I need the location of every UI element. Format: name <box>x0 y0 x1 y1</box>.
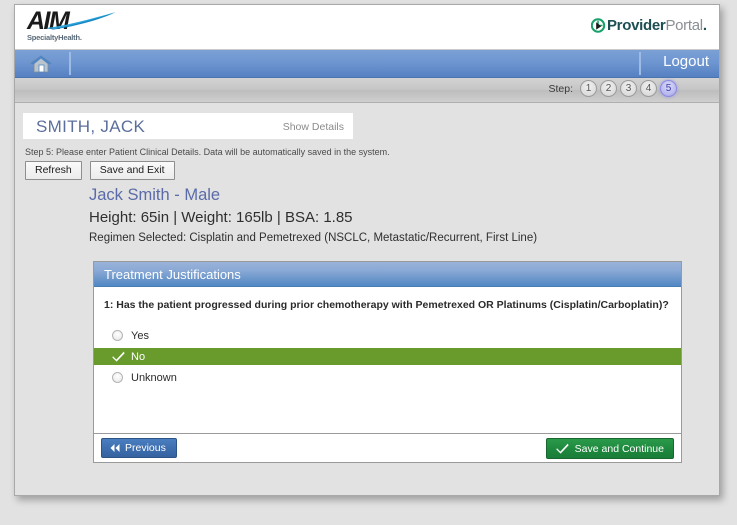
aim-wordmark: AIM <box>27 7 70 35</box>
page-title: SMITH, JACK <box>36 117 146 136</box>
patient-name-gender: Jack Smith - Male <box>89 186 221 204</box>
step-indicator: Step: 1 2 3 4 5 <box>548 80 677 97</box>
option-label-yes: Yes <box>131 329 149 342</box>
double-left-arrow-icon <box>110 444 120 452</box>
step-circle-1[interactable]: 1 <box>580 80 597 97</box>
question-text: 1: Has the patient progressed during pri… <box>104 299 669 311</box>
provider-portal-logo: ProviderPortal. <box>590 17 707 35</box>
option-label-no: No <box>131 350 146 363</box>
save-and-continue-button[interactable]: Save and Continue <box>545 438 674 459</box>
logout-divider <box>639 52 641 75</box>
save-and-continue-label: Save and Continue <box>574 442 664 455</box>
patient-vitals: Height: 65in | Weight: 165lb | BSA: 1.85 <box>89 209 353 226</box>
radio-unselected-icon <box>112 330 123 341</box>
option-row-no[interactable]: No <box>94 348 681 365</box>
step-indicator-bar: Step: 1 2 3 4 5 <box>15 78 719 103</box>
panel-title: Treatment Justifications <box>94 262 681 287</box>
action-button-row: Refresh Save and Exit <box>25 161 175 180</box>
provider-portal-text-1: Provider <box>606 17 666 34</box>
step-circle-2[interactable]: 2 <box>600 80 617 97</box>
radio-unselected-icon <box>112 372 123 383</box>
previous-button[interactable]: Previous <box>101 438 177 458</box>
option-row-yes[interactable]: Yes <box>94 327 681 344</box>
home-button[interactable] <box>29 53 53 75</box>
provider-portal-dot: . <box>702 17 707 34</box>
check-icon <box>555 443 569 454</box>
step-circle-3[interactable]: 3 <box>620 80 637 97</box>
save-and-exit-button[interactable]: Save and Exit <box>89 161 175 180</box>
aim-logo-subtitle: SpecialtyHealth. <box>27 33 82 42</box>
show-details-button[interactable]: Show Details <box>283 121 344 133</box>
nav-divider <box>69 52 71 75</box>
check-icon <box>112 351 125 362</box>
provider-portal-text-2: Portal <box>665 17 703 34</box>
step-label: Step: <box>548 82 573 95</box>
option-label-unknown: Unknown <box>131 371 177 384</box>
step-instruction-text: Step 5: Please enter Patient Clinical De… <box>25 147 390 157</box>
step-circle-5[interactable]: 5 <box>660 80 677 97</box>
provider-portal-icon <box>590 18 606 33</box>
panel-body: 1: Has the patient progressed during pri… <box>94 287 681 453</box>
patient-regimen: Regimen Selected: Cisplatin and Pemetrex… <box>89 232 538 244</box>
patient-summary: Jack Smith - Male Height: 65in | Weight:… <box>89 185 537 247</box>
home-icon <box>29 55 53 73</box>
options-group: Yes No Unknown <box>94 327 681 386</box>
previous-button-label: Previous <box>125 442 166 454</box>
logout-button[interactable]: Logout <box>663 53 709 70</box>
treatment-justifications-panel: Treatment Justifications 1: Has the pati… <box>93 261 682 454</box>
refresh-button[interactable]: Refresh <box>25 161 82 180</box>
form-footer-bar: Previous Save and Continue <box>93 433 682 463</box>
patient-header-bar: SMITH, JACK Show Details <box>23 113 353 139</box>
main-content: SMITH, JACK Show Details Step 5: Please … <box>15 103 719 495</box>
brand-header: AIM SpecialtyHealth. ProviderPortal. <box>15 5 719 50</box>
option-row-unknown[interactable]: Unknown <box>94 369 681 386</box>
aim-logo: AIM SpecialtyHealth. <box>25 8 117 46</box>
main-navigation-bar: Logout <box>15 50 719 78</box>
page-frame: AIM SpecialtyHealth. ProviderPortal. Log… <box>14 4 720 496</box>
step-circle-4[interactable]: 4 <box>640 80 657 97</box>
